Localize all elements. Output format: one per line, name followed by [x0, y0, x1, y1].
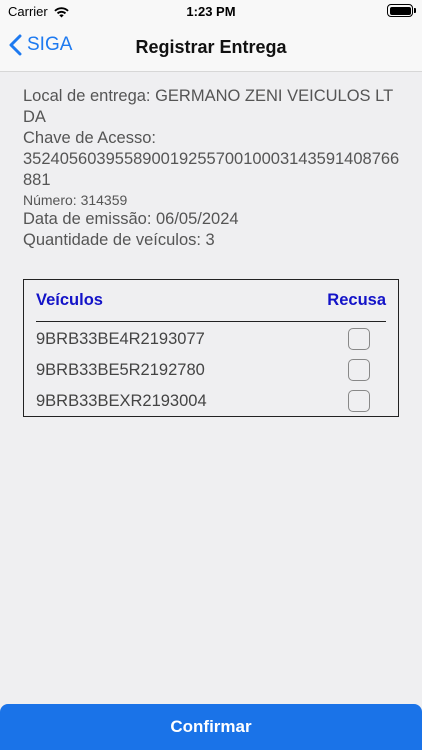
vehicle-vin: 9BRB33BE5R2192780: [36, 361, 205, 379]
vehicle-count: Quantidade de veículos: 3: [23, 231, 215, 249]
confirm-button[interactable]: Confirmar: [0, 704, 422, 750]
battery-icon: [387, 4, 416, 17]
header-refusal: Recusa: [327, 291, 386, 309]
vehicle-vin: 9BRB33BE4R2193077: [36, 330, 205, 348]
vehicles-table: Veículos Recusa 9BRB33BE4R2193077 9BRB33…: [23, 279, 399, 417]
delivery-info: Local de entrega: GERMANO ZENI VEICULOS …: [23, 86, 403, 251]
table-row: 9BRB33BE4R2193077: [36, 325, 386, 355]
access-key-value: 3524056039558900192557001000314359140876…: [23, 150, 400, 189]
top-bar: Carrier 1:23 PM SIGA Registrar Entrega: [0, 0, 422, 72]
vehicle-vin: 9BRB33BEXR2193004: [36, 392, 207, 410]
table-row: 9BRB33BE5R2192780: [36, 356, 386, 386]
status-time: 1:23 PM: [186, 4, 236, 19]
header-vehicles: Veículos: [36, 291, 103, 309]
table-row: 9BRB33BEXR2193004: [36, 387, 386, 417]
refusal-checkbox[interactable]: [348, 359, 370, 381]
status-bar: Carrier 1:23 PM: [0, 0, 422, 24]
invoice-number: Número: 314359: [23, 192, 128, 208]
table-header: Veículos Recusa: [36, 289, 386, 322]
navigation-bar: SIGA Registrar Entrega: [0, 24, 422, 72]
delivery-location: Local de entrega: GERMANO ZENI VEICULOS …: [23, 87, 394, 126]
refusal-checkbox[interactable]: [348, 328, 370, 350]
access-key-label: Chave de Acesso:: [23, 129, 156, 147]
issue-date: Data de emissão: 06/05/2024: [23, 210, 239, 228]
page-title: Registrar Entrega: [135, 37, 287, 57]
refusal-checkbox[interactable]: [348, 390, 370, 412]
